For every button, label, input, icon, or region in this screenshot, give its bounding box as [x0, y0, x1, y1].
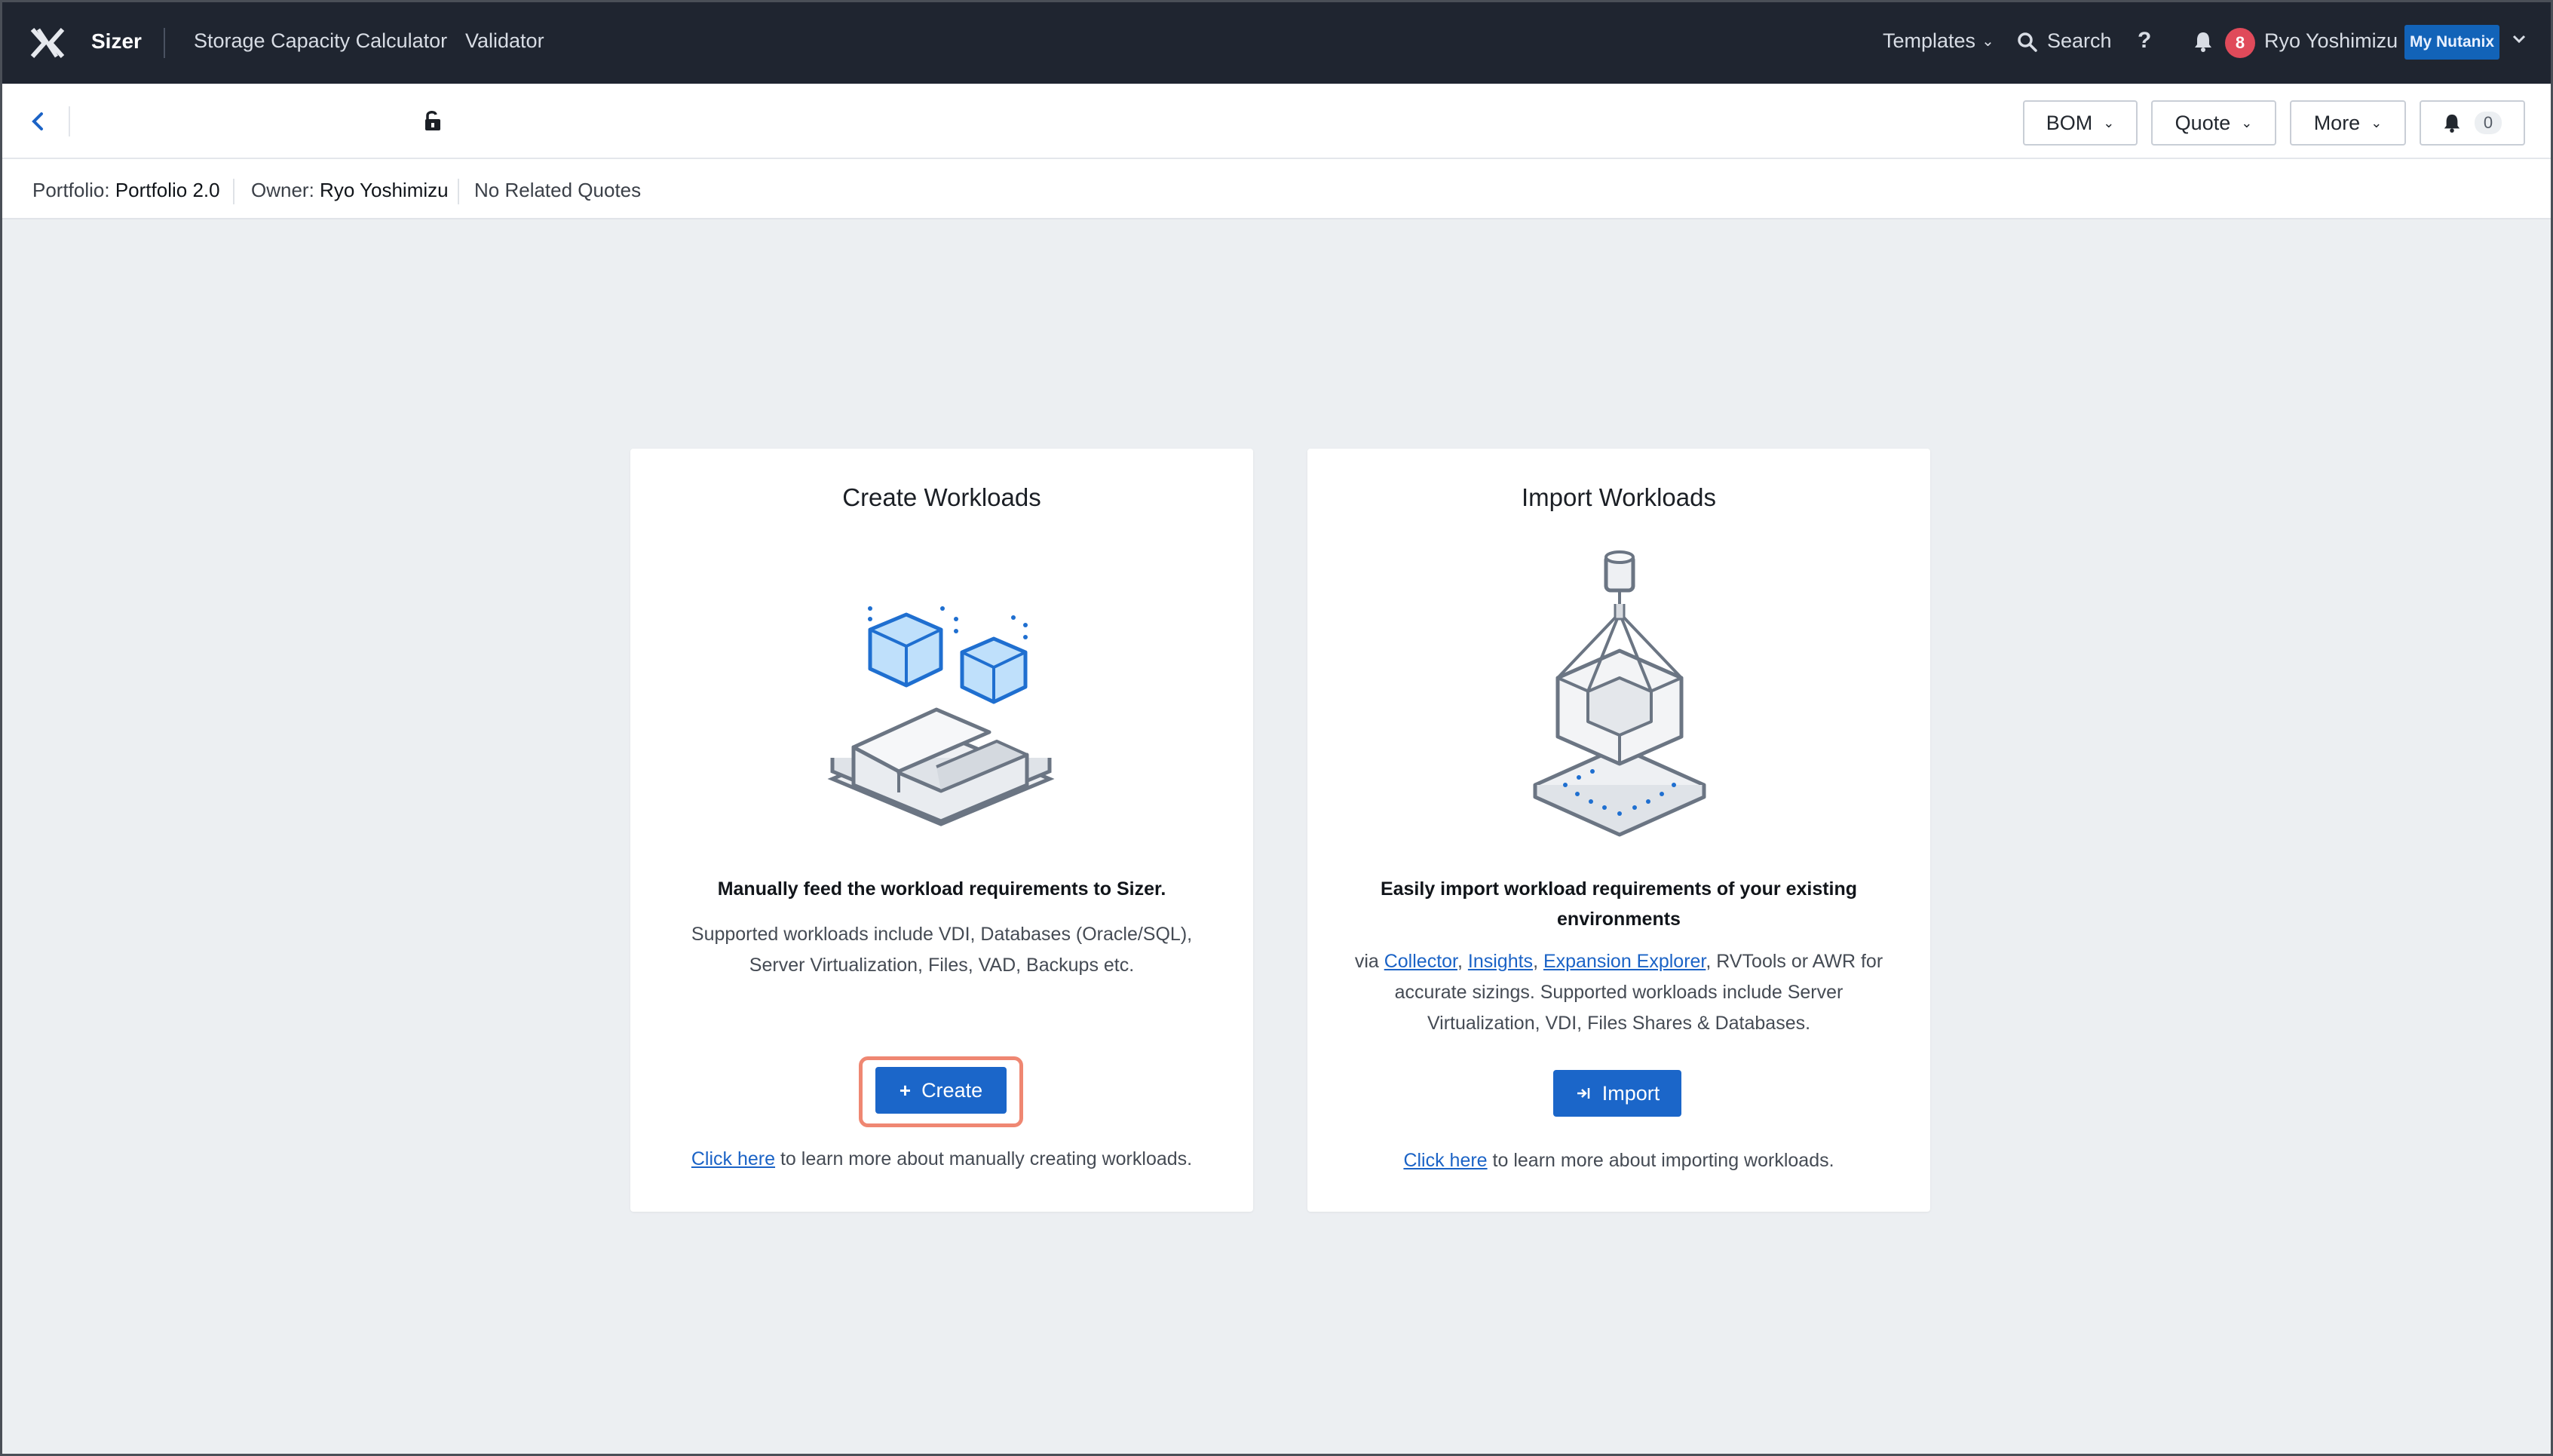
- create-learn-more-link[interactable]: Click here: [691, 1148, 775, 1169]
- more-dropdown-button[interactable]: More ⌄: [2290, 100, 2406, 146]
- owner-label: Owner:: [251, 179, 314, 201]
- create-button[interactable]: + Create: [875, 1067, 1007, 1114]
- import-workloads-card: Import Workloads Easily import workload …: [1307, 449, 1930, 1212]
- portfolio-label: Portfolio:: [32, 179, 110, 201]
- header-divider: [69, 106, 70, 136]
- alerts-button[interactable]: 0: [2420, 100, 2525, 146]
- app-window: Sizer Storage Capacity Calculator Valida…: [0, 0, 2553, 1456]
- nav-link-storage-calculator[interactable]: Storage Capacity Calculator: [194, 29, 447, 53]
- unlock-icon[interactable]: [423, 109, 443, 132]
- import-learn-more-text: to learn more about importing workloads.: [1487, 1150, 1834, 1171]
- owner-info: Owner: Ryo Yoshimizu: [251, 179, 449, 202]
- chevron-down-icon: ⌄: [1981, 33, 1994, 50]
- owner-value: Ryo Yoshimizu: [320, 179, 449, 201]
- notification-count-badge[interactable]: 8: [2225, 28, 2255, 58]
- import-button-label: Import: [1601, 1081, 1660, 1105]
- nav-link-validator[interactable]: Validator: [465, 29, 544, 53]
- info-divider: [233, 179, 234, 204]
- quote-dropdown-button[interactable]: Quote ⌄: [2151, 100, 2276, 146]
- quote-label: Quote: [2174, 111, 2231, 134]
- create-card-description: Supported workloads include VDI, Databas…: [691, 924, 1193, 976]
- import-learn-more-link[interactable]: Click here: [1403, 1150, 1487, 1171]
- chevron-down-icon: ⌄: [2241, 115, 2253, 130]
- import-via-text: via: [1354, 951, 1384, 972]
- info-bar: Portfolio: Portfolio 2.0 Owner: Ryo Yosh…: [2, 159, 2551, 219]
- portfolio-value: Portfolio 2.0: [115, 179, 220, 201]
- plus-icon: +: [899, 1078, 912, 1102]
- collector-link[interactable]: Collector: [1384, 951, 1457, 972]
- nav-divider: [164, 28, 165, 58]
- templates-menu[interactable]: Templates ⌄: [1883, 29, 1994, 53]
- create-workloads-card: Create Workloads Manually feed the workl…: [630, 449, 1253, 1212]
- chevron-down-icon[interactable]: [2512, 31, 2527, 46]
- alert-count: 0: [2474, 112, 2502, 134]
- import-card-description: via Collector, Insights, Expansion Explo…: [1354, 951, 1883, 1034]
- chevron-down-icon: ⌄: [2103, 115, 2115, 130]
- import-button[interactable]: Import: [1553, 1070, 1681, 1117]
- info-divider: [458, 179, 459, 204]
- top-nav: Sizer Storage Capacity Calculator Valida…: [2, 2, 2551, 84]
- chevron-down-icon: ⌄: [2371, 115, 2383, 130]
- user-name[interactable]: Ryo Yoshimizu: [2264, 29, 2398, 53]
- bell-icon: [2444, 114, 2460, 133]
- more-label: More: [2313, 111, 2361, 134]
- import-arrow-icon: [1577, 1088, 1589, 1099]
- create-card-heading: Manually feed the workload requirements …: [717, 878, 1166, 900]
- bell-icon[interactable]: [2193, 30, 2213, 53]
- templates-label: Templates: [1883, 29, 1976, 52]
- search-button[interactable]: Search: [2047, 29, 2112, 53]
- brand-name[interactable]: Sizer: [91, 29, 142, 54]
- bom-label: BOM: [2046, 111, 2093, 134]
- create-learn-more-text: to learn more about manually creating wo…: [775, 1148, 1193, 1169]
- expansion-explorer-link[interactable]: Expansion Explorer: [1543, 951, 1706, 972]
- import-learn-more: Click here to learn more about importing…: [1307, 1150, 1930, 1172]
- related-quotes-info: No Related Quotes: [474, 179, 642, 201]
- portfolio-info[interactable]: Portfolio: Portfolio 2.0: [32, 179, 220, 202]
- search-icon[interactable]: [2017, 31, 2038, 54]
- create-card-title: Create Workloads: [842, 483, 1041, 511]
- create-learn-more: Click here to learn more about manually …: [630, 1148, 1253, 1170]
- import-card-title: Import Workloads: [1522, 483, 1716, 511]
- back-chevron-icon[interactable]: [29, 111, 46, 132]
- create-button-label: Create: [921, 1078, 983, 1102]
- bom-dropdown-button[interactable]: BOM ⌄: [2023, 100, 2138, 146]
- help-button[interactable]: ?: [2138, 28, 2151, 54]
- import-workloads-illustration-icon: [1533, 550, 1706, 837]
- nutanix-x-logo-icon[interactable]: [29, 26, 66, 60]
- my-nutanix-button[interactable]: My Nutanix: [2404, 25, 2499, 60]
- create-workloads-illustration-icon: [827, 606, 1055, 826]
- import-card-heading: Easily import workload requirements of y…: [1380, 878, 1858, 930]
- insights-link[interactable]: Insights: [1468, 951, 1533, 972]
